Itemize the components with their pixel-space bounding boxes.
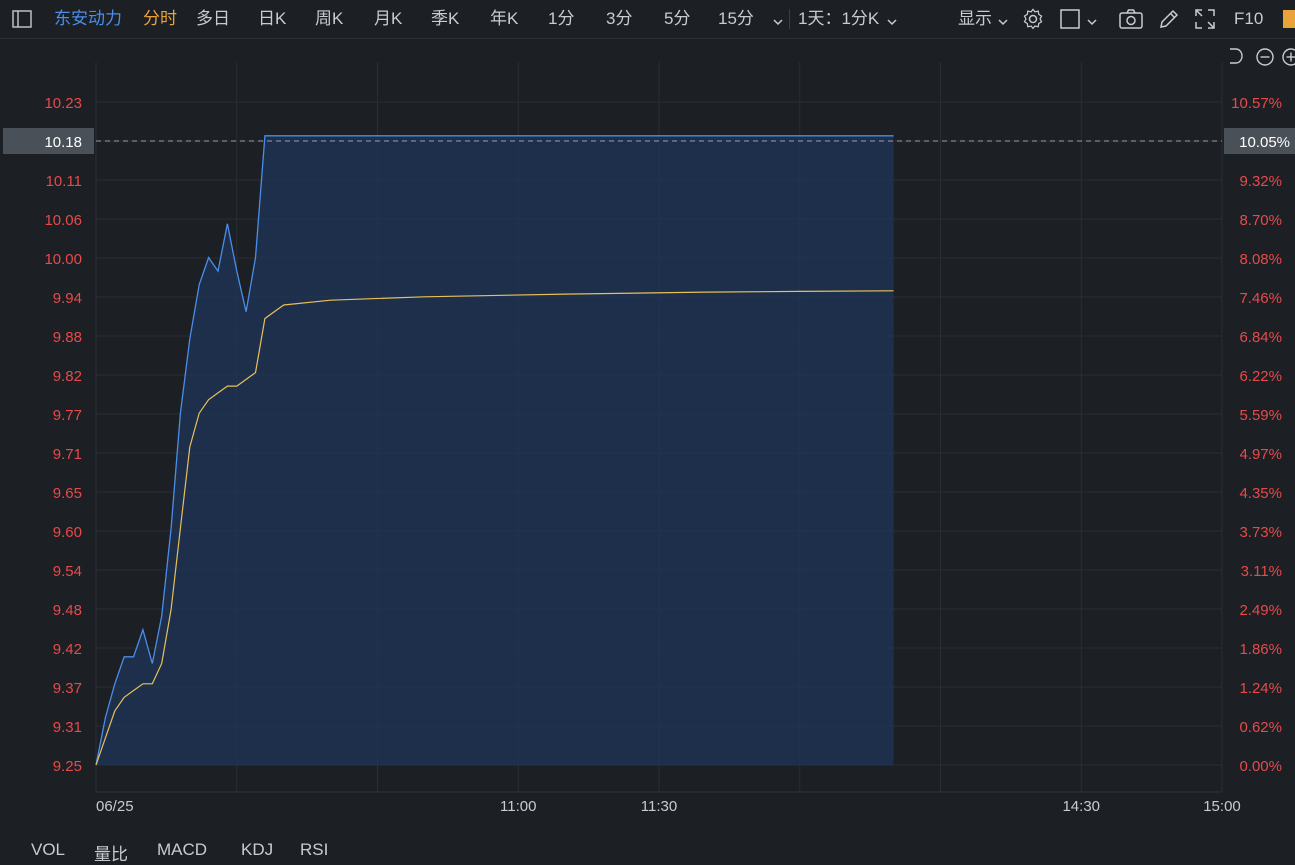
pencil-draw-icon[interactable] bbox=[1158, 8, 1180, 35]
tab-weekly-k[interactable]: 周K bbox=[315, 8, 343, 30]
y-tick-label: 9.31 bbox=[53, 719, 82, 736]
x-axis: 06/25 11:00 11:30 14:30 15:00 bbox=[96, 798, 1241, 815]
tab-monthly-k[interactable]: 月K bbox=[374, 8, 402, 30]
y-tick-label: 9.82 bbox=[53, 368, 82, 385]
current-pct-label: 10.05% bbox=[1239, 134, 1290, 151]
indicator-tabs: VOL 量比 MACD KDJ RSI bbox=[0, 836, 1295, 864]
y-pct-label: 6.84% bbox=[1239, 329, 1282, 346]
y-pct-label: 4.97% bbox=[1239, 446, 1282, 463]
y-pct-label: 1.86% bbox=[1239, 641, 1282, 658]
y-tick-label: 9.71 bbox=[53, 446, 82, 463]
display-menu[interactable]: 显示 bbox=[958, 8, 992, 30]
tab-1min[interactable]: 1分 bbox=[548, 8, 574, 30]
camera-icon[interactable] bbox=[1119, 9, 1143, 34]
f10-button[interactable]: F10 bbox=[1234, 8, 1263, 30]
y-axis-right: 10.57%10.05%9.32%8.70%8.08%7.46%6.84%6.2… bbox=[1231, 95, 1282, 775]
chart-toolbar: 东安动力 分时 多日 日K 周K 月K 季K 年K 1分 3分 5分 15分 1… bbox=[0, 0, 1295, 39]
y-pct-label: 6.22% bbox=[1239, 368, 1282, 385]
tab-daily-k[interactable]: 日K bbox=[258, 8, 286, 30]
y-pct-label: 0.62% bbox=[1239, 719, 1282, 736]
tab-vol[interactable]: VOL bbox=[31, 840, 65, 860]
more-periods-chevron-icon[interactable] bbox=[772, 14, 784, 32]
x-tick-label: 15:00 bbox=[1203, 798, 1241, 815]
y-pct-label: 8.08% bbox=[1239, 251, 1282, 268]
period-chevron-down-icon[interactable] bbox=[886, 14, 898, 32]
x-tick-label: 11:30 bbox=[641, 798, 677, 815]
y-pct-label: 7.46% bbox=[1239, 290, 1282, 307]
x-date-label: 06/25 bbox=[96, 798, 134, 815]
period-select[interactable]: 1天：1分K bbox=[798, 8, 879, 30]
y-tick-label: 10.00 bbox=[44, 251, 82, 268]
toolbar-divider bbox=[789, 9, 790, 29]
y-tick-label: 10.23 bbox=[44, 95, 82, 112]
y-tick-label: 9.42 bbox=[53, 641, 82, 658]
y-pct-label: 8.70% bbox=[1239, 212, 1282, 229]
tab-intraday[interactable]: 分时 bbox=[143, 8, 177, 30]
x-tick-label: 14:30 bbox=[1062, 798, 1100, 815]
price-area-fill bbox=[96, 135, 894, 766]
tab-quarterly-k[interactable]: 季K bbox=[431, 8, 459, 30]
color-square-icon[interactable] bbox=[1060, 9, 1082, 34]
color-chevron-down-icon[interactable] bbox=[1086, 14, 1098, 32]
tab-multi-day[interactable]: 多日 bbox=[196, 8, 230, 30]
y-pct-label: 5.59% bbox=[1239, 407, 1282, 424]
y-tick-label: 9.88 bbox=[53, 329, 82, 346]
panel-toggle-icon[interactable] bbox=[12, 10, 32, 33]
y-tick-label: 9.25 bbox=[53, 758, 82, 775]
y-tick-label: 9.65 bbox=[53, 485, 82, 502]
y-tick-label: 9.37 bbox=[53, 680, 82, 697]
y-axis-left: 10.23 10.18 10.11 10.06 10.00 9.94 9.88 9.82 9.7… bbox=[44, 95, 82, 775]
tab-macd[interactable]: MACD bbox=[157, 840, 207, 860]
intraday-chart[interactable]: 10.23 10.18 10.11 10.06 10.00 9.94 9.88 9.82 9.7… bbox=[0, 40, 1295, 830]
y-tick-label: 9.54 bbox=[53, 563, 82, 580]
tab-3min[interactable]: 3分 bbox=[606, 8, 632, 30]
stock-symbol[interactable]: 东安动力 bbox=[54, 8, 122, 30]
y-pct-label: 9.32% bbox=[1239, 173, 1282, 190]
y-tick-label: 9.77 bbox=[53, 407, 82, 424]
display-chevron-down-icon[interactable] bbox=[997, 14, 1009, 32]
y-tick-label: 9.48 bbox=[53, 602, 82, 619]
fullscreen-expand-icon[interactable] bbox=[1194, 8, 1216, 35]
y-tick-label: 10.06 bbox=[44, 212, 82, 229]
y-pct-label: 2.49% bbox=[1239, 602, 1282, 619]
y-pct-label: 4.35% bbox=[1239, 485, 1282, 502]
y-pct-label: 3.11% bbox=[1241, 563, 1282, 580]
tab-volume-ratio[interactable]: 量比 bbox=[94, 840, 128, 865]
tab-15min[interactable]: 15分 bbox=[718, 8, 754, 30]
tab-rsi[interactable]: RSI bbox=[300, 840, 328, 860]
y-tick-label: 9.60 bbox=[53, 524, 82, 541]
settings-gear-icon[interactable] bbox=[1022, 8, 1044, 35]
y-pct-label: 10.57% bbox=[1231, 95, 1282, 112]
side-panel-icon[interactable] bbox=[1282, 9, 1295, 34]
tab-5min[interactable]: 5分 bbox=[664, 8, 690, 30]
y-pct-label: 3.73% bbox=[1239, 524, 1282, 541]
x-tick-label: 11:00 bbox=[500, 798, 536, 815]
price-area bbox=[96, 135, 894, 766]
tab-kdj[interactable]: KDJ bbox=[241, 840, 273, 860]
y-pct-label: 1.24% bbox=[1239, 680, 1282, 697]
y-tick-label: 10.11 bbox=[46, 173, 82, 190]
y-pct-label: 0.00% bbox=[1239, 758, 1282, 775]
tab-yearly-k[interactable]: 年K bbox=[490, 8, 518, 30]
y-tick-label: 9.94 bbox=[53, 290, 82, 307]
current-price-label: 10.18 bbox=[44, 134, 82, 151]
